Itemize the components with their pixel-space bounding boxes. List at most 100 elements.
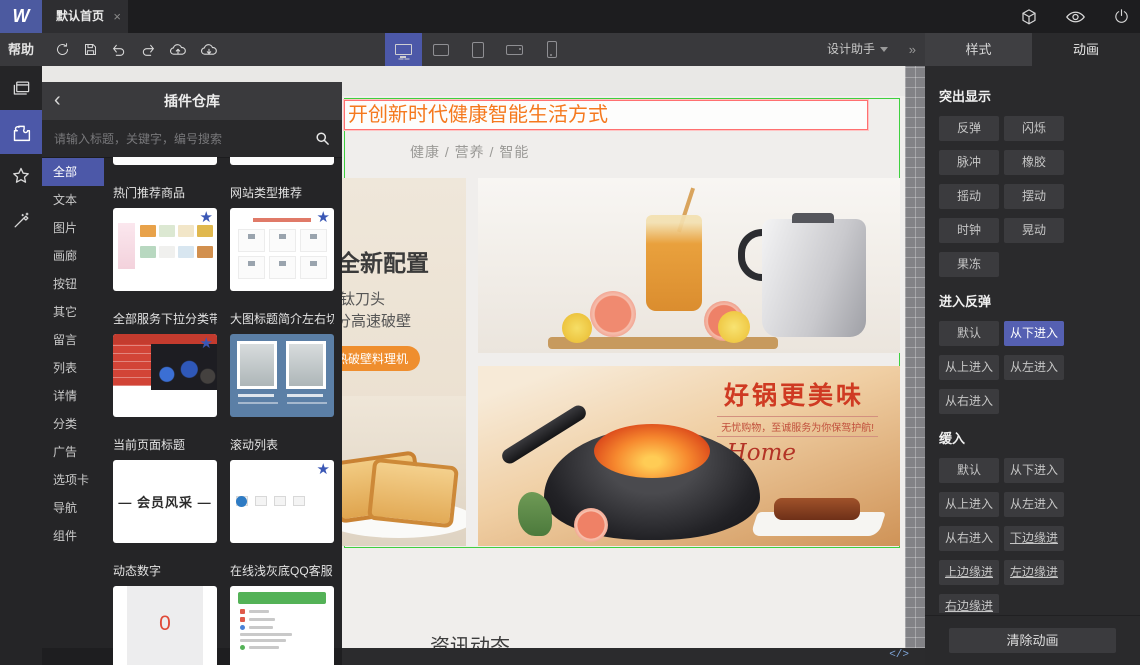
save-icon[interactable] — [83, 42, 98, 57]
plugin-card-dropdown-nav[interactable]: ★ — [113, 334, 217, 417]
partial-card[interactable] — [113, 157, 217, 165]
card-title: 动态数字 — [113, 564, 162, 578]
category-item-按钮[interactable]: 按钮 — [42, 270, 104, 298]
animation-section-title: 缓入 — [939, 431, 966, 446]
category-item-广告[interactable]: 广告 — [42, 438, 104, 466]
kettle-photo-block[interactable] — [478, 178, 900, 353]
plugin-card-qq-service[interactable] — [230, 586, 334, 665]
category-item-详情[interactable]: 详情 — [42, 382, 104, 410]
plugin-card-scroll-list[interactable]: ★ — [230, 460, 334, 543]
site-page[interactable]: 开创新时代健康智能生活方式 健康 / 营养 / 智能 全新配置 钛刀头 分高速破… — [342, 96, 905, 648]
selected-heading-block[interactable]: 开创新时代健康智能生活方式 — [344, 100, 868, 130]
refresh-icon[interactable] — [55, 42, 70, 57]
plugin-search-input[interactable] — [42, 120, 342, 157]
subheading-text[interactable]: 健康 / 营养 / 智能 — [410, 142, 529, 162]
clear-animation-button[interactable]: 清除动画 — [949, 628, 1116, 653]
device-phone-landscape-button[interactable] — [496, 33, 533, 66]
cloud-upload-icon[interactable] — [169, 43, 187, 57]
animation-button[interactable]: 橡胶 — [1004, 150, 1064, 175]
plugin-card-hot-products[interactable]: ★ — [113, 208, 217, 291]
device-desktop-button[interactable] — [385, 33, 422, 66]
animation-button[interactable]: 默认 — [939, 321, 999, 346]
animation-button[interactable]: 从上进入 — [939, 355, 999, 380]
device-tablet-landscape-button[interactable] — [422, 33, 459, 66]
plugin-cards-area: 热门推荐商品 网站类型推荐 ★ ★ 全部服务下拉分类带 大图标题简介左右切 ★ … — [113, 157, 336, 665]
category-item-组件[interactable]: 组件 — [42, 522, 104, 550]
animation-button[interactable]: 从下进入 — [1004, 458, 1064, 483]
animation-button[interactable]: 从右进入 — [939, 526, 999, 551]
back-arrow-icon[interactable]: ‹ — [54, 82, 61, 118]
category-item-分类[interactable]: 分类 — [42, 410, 104, 438]
category-item-全部[interactable]: 全部 — [42, 158, 104, 186]
animation-button[interactable]: 上边缘进 — [939, 560, 999, 585]
category-item-列表[interactable]: 列表 — [42, 354, 104, 382]
plugin-card-site-types[interactable]: ★ — [230, 208, 334, 291]
plugin-card-gallery-switch[interactable] — [230, 334, 334, 417]
source-code-icon[interactable]: </> — [889, 649, 909, 661]
card-preview-number: 0 — [159, 612, 171, 635]
banner-button[interactable]: 热破壁料理机 — [342, 346, 421, 371]
power-exit-icon[interactable] — [1113, 8, 1130, 25]
favorite-star-icon[interactable]: ★ — [317, 210, 330, 225]
banner-title: 全新配置 — [342, 250, 429, 276]
sidebar-item-tools-wand[interactable] — [0, 198, 42, 242]
category-item-导航[interactable]: 导航 — [42, 494, 104, 522]
category-item-留言[interactable]: 留言 — [42, 326, 104, 354]
banner-left-block[interactable]: 全新配置 钛刀头 分高速破壁 热破壁料理机 — [342, 178, 466, 546]
collapse-panel-button[interactable]: » — [909, 33, 916, 66]
animation-button[interactable]: 右边缘进 — [939, 594, 999, 613]
category-item-画廊[interactable]: 画廊 — [42, 242, 104, 270]
redo-icon[interactable] — [140, 43, 156, 57]
preview-3d-cube-icon[interactable] — [1020, 8, 1038, 26]
wok-banner-block[interactable]: 好锅更美味 无忧购物，至诚服务为你保驾护航! Warm Home — [478, 366, 900, 546]
news-section-heading[interactable]: 资讯动态 — [430, 630, 510, 648]
animation-button[interactable]: 果冻 — [939, 252, 999, 277]
help-button[interactable]: 帮助 — [8, 33, 34, 66]
app-logo[interactable]: W — [0, 0, 42, 33]
plugin-card-page-title[interactable]: — 会员风采 — — [113, 460, 217, 543]
animation-button[interactable]: 晃动 — [1004, 218, 1064, 243]
animation-button[interactable]: 从左进入 — [1004, 492, 1064, 517]
partial-card[interactable] — [230, 157, 334, 165]
favorite-star-icon[interactable]: ★ — [317, 462, 330, 477]
design-assistant-dropdown[interactable]: 设计助手 — [827, 33, 888, 66]
device-phone-portrait-button[interactable] — [533, 33, 570, 66]
device-tablet-portrait-button[interactable] — [459, 33, 496, 66]
animation-section-title: 进入反弹 — [939, 294, 992, 309]
category-item-选项卡[interactable]: 选项卡 — [42, 466, 104, 494]
animation-button[interactable]: 摆动 — [1004, 184, 1064, 209]
plugin-card-dynamic-number[interactable]: 0 — [113, 586, 217, 665]
animation-button[interactable]: 脉冲 — [939, 150, 999, 175]
page-tab-label: 默认首页 — [56, 9, 105, 23]
category-item-文本[interactable]: 文本 — [42, 186, 104, 214]
animation-button[interactable]: 时钟 — [939, 218, 999, 243]
category-item-图片[interactable]: 图片 — [42, 214, 104, 242]
tab-style[interactable]: 样式 — [925, 33, 1032, 66]
category-item-其它[interactable]: 其它 — [42, 298, 104, 326]
animation-button[interactable]: 左边缘进 — [1004, 560, 1064, 585]
search-icon[interactable] — [315, 131, 330, 151]
sidebar-item-pages[interactable] — [0, 66, 42, 110]
close-tab-icon[interactable]: × — [113, 0, 121, 33]
sidebar-item-favorites[interactable] — [0, 154, 42, 198]
animation-button[interactable]: 从下进入 — [1004, 321, 1064, 346]
favorite-star-icon[interactable]: ★ — [200, 336, 213, 351]
canvas-vertical-scrollbar[interactable] — [905, 66, 925, 648]
animation-button[interactable]: 默认 — [939, 458, 999, 483]
animation-button[interactable]: 反弹 — [939, 116, 999, 141]
topbar: W 默认首页 × — [0, 0, 1140, 33]
animation-button[interactable]: 闪烁 — [1004, 116, 1064, 141]
undo-icon[interactable] — [111, 43, 127, 57]
cloud-download-icon[interactable] — [200, 43, 218, 57]
sidebar-item-plugins[interactable] — [0, 110, 42, 154]
animation-button[interactable]: 摇动 — [939, 184, 999, 209]
tab-animation[interactable]: 动画 — [1032, 33, 1140, 66]
animation-button[interactable]: 下边缘进 — [1004, 526, 1064, 551]
animation-button[interactable]: 从右进入 — [939, 389, 999, 414]
animation-button[interactable]: 从左进入 — [1004, 355, 1064, 380]
animation-button[interactable]: 从上进入 — [939, 492, 999, 517]
animation-panel: 突出显示 反弹 闪烁 脉冲 橡胶 摇动 摆动 时钟 晃动 果冻 进入反弹 默认 从下进入 从上进入 从左进入… — [925, 66, 1140, 665]
favorite-star-icon[interactable]: ★ — [200, 210, 213, 225]
preview-eye-icon[interactable] — [1066, 10, 1085, 24]
page-tab[interactable]: 默认首页 × — [42, 0, 128, 33]
